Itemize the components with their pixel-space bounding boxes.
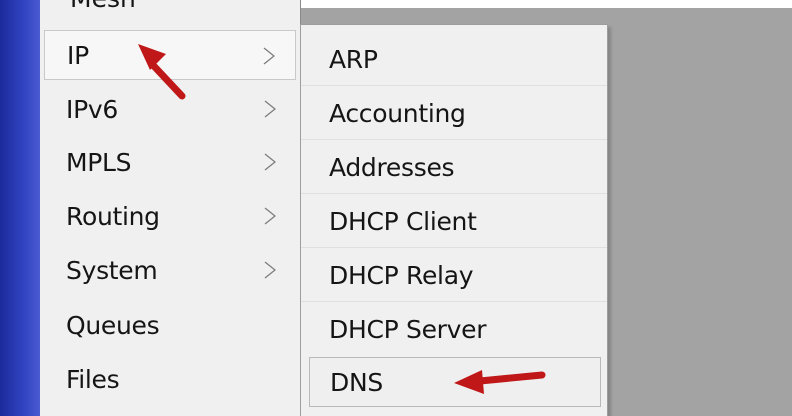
menu-item-label: Queues [66, 310, 160, 340]
submenu-item-label: DNS [330, 367, 383, 397]
submenu-item-arp[interactable]: ARP [309, 35, 601, 83]
menu-item-system[interactable]: System [44, 245, 296, 295]
menu-item-label: IP [67, 40, 89, 70]
ip-submenu: ARP Accounting Addresses DHCP Client DHC… [300, 24, 608, 416]
menu-item-label: Files [66, 364, 120, 394]
submenu-item-dhcp-client[interactable]: DHCP Client [309, 197, 601, 245]
menu-item-mpls[interactable]: MPLS [44, 137, 296, 187]
submenu-item-label: DHCP Server [329, 314, 487, 344]
menu-item-files[interactable]: Files [44, 354, 296, 404]
sidebar-blue-strip [0, 0, 40, 416]
submenu-item-accounting[interactable]: Accounting [309, 89, 601, 137]
menu-item-label: System [66, 255, 158, 285]
submenu-divider [301, 247, 607, 248]
submenu-item-addresses[interactable]: Addresses [309, 143, 601, 191]
submenu-divider [301, 301, 607, 302]
submenu-item-dhcp-server[interactable]: DHCP Server [309, 305, 601, 353]
submenu-item-label: Addresses [329, 152, 455, 182]
submenu-arrow-icon [264, 100, 276, 118]
submenu-item-dhcp-relay[interactable]: DHCP Relay [309, 251, 601, 299]
menu-item-partial-label: Mesh [70, 0, 136, 8]
submenu-item-label: Accounting [329, 98, 466, 128]
submenu-arrow-icon [263, 47, 275, 65]
menu-item-label: IPv6 [66, 94, 118, 124]
submenu-arrow-icon [264, 207, 276, 225]
submenu-item-label: ARP [329, 44, 378, 74]
submenu-item-label: DHCP Client [329, 206, 477, 236]
menu-item-queues[interactable]: Queues [44, 300, 296, 350]
submenu-divider [301, 193, 607, 194]
menu-item-label: Routing [66, 201, 160, 231]
submenu-arrow-icon [264, 153, 276, 171]
submenu-arrow-icon [264, 261, 276, 279]
menu-item-routing[interactable]: Routing [44, 191, 296, 241]
menu-item-partial[interactable]: Mesh [44, 0, 296, 16]
submenu-divider [301, 85, 607, 86]
annotation-arrow-icon [454, 370, 546, 394]
submenu-divider [301, 139, 607, 140]
annotation-arrow-icon [138, 44, 186, 100]
submenu-item-label: DHCP Relay [329, 260, 474, 290]
menu-item-label: MPLS [66, 147, 132, 177]
